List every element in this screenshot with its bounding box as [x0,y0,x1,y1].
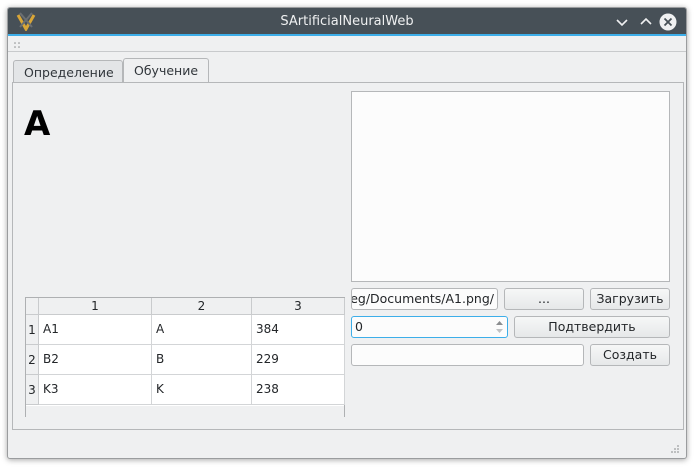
table-cell[interactable]: 229 [252,345,345,375]
spinbox-value: 0 [355,319,363,334]
table-cell[interactable]: K [152,375,252,405]
table-cell[interactable]: A [152,315,252,345]
table-empty-area [26,406,344,417]
toolbar-divider [8,51,686,52]
table-cell[interactable]: B [152,345,252,375]
image-view [351,91,670,282]
count-spinbox[interactable]: 0 [351,316,508,338]
row-header[interactable]: 3 [26,375,39,405]
table-cell[interactable]: 384 [252,315,345,345]
create-button[interactable]: Создать [590,344,670,366]
spin-arrows-icon[interactable] [494,318,505,336]
tab-training[interactable]: Обучение [123,58,209,83]
main-window: SArtificialNeuralWeb Определение Обучени… [7,7,687,459]
letter-preview: A [24,104,51,144]
titlebar: SArtificialNeuralWeb [8,8,686,36]
column-header[interactable]: 2 [152,298,252,315]
table-cell[interactable]: K3 [39,375,152,405]
row-header[interactable]: 2 [26,345,39,375]
minimize-icon[interactable] [612,12,632,32]
resize-grip-icon[interactable] [670,444,680,454]
table-cell[interactable]: B2 [39,345,152,375]
name-input[interactable] [351,344,584,366]
column-header[interactable]: 3 [252,298,345,315]
file-path-input[interactable]: /home/oleg/Documents/A1.png [351,288,498,310]
table-corner [26,298,39,315]
column-header[interactable]: 1 [39,298,152,315]
maximize-icon[interactable] [636,12,656,32]
training-table: 1 2 3 1 A1 A 384 2 B2 B 229 3 K3 K 238 [25,297,345,417]
table-cell[interactable]: 238 [252,375,345,405]
tab-definition[interactable]: Определение [13,60,123,83]
confirm-button[interactable]: Подтвердить [514,316,670,338]
row-header[interactable]: 1 [26,315,39,345]
close-icon[interactable] [658,12,678,32]
table-cell[interactable]: A1 [39,315,152,345]
toolbar-grip-icon[interactable] [13,41,21,49]
browse-button[interactable]: ... [504,288,584,310]
load-button[interactable]: Загрузить [590,288,670,310]
window-title: SArtificialNeuralWeb [280,14,414,29]
